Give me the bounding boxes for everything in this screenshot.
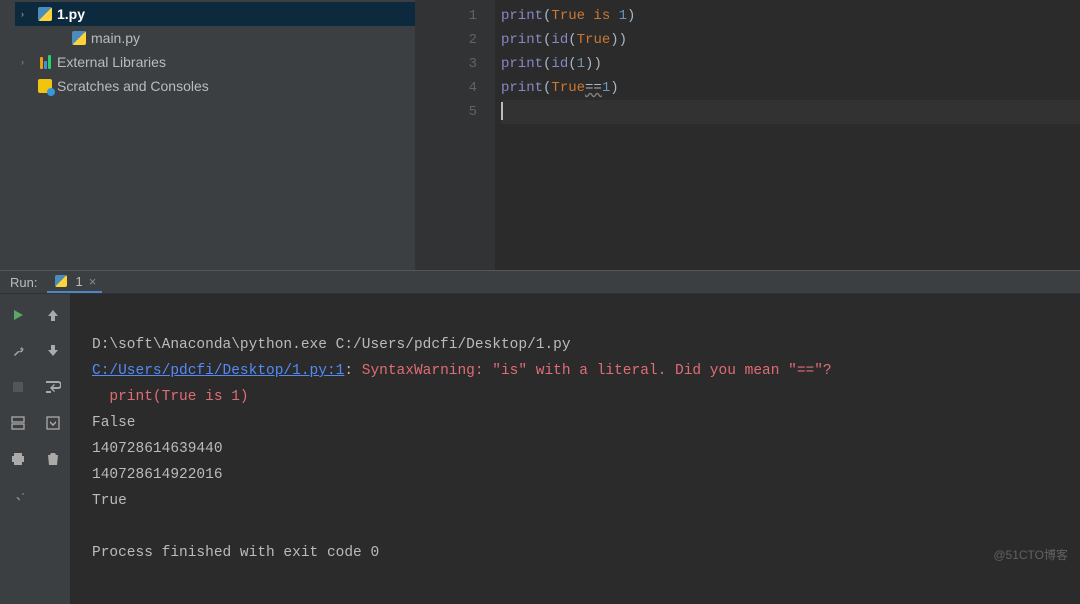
line-number-gutter[interactable]: 1 2 3 4 5: [415, 0, 495, 270]
printer-icon[interactable]: [7, 448, 29, 470]
layout-icon[interactable]: [7, 412, 29, 434]
run-panel-header: Run: 1 ×: [0, 271, 1080, 294]
project-tree[interactable]: › 1.py main.py › External Libraries Scra…: [15, 0, 415, 270]
code-line[interactable]: print(id(True)): [501, 28, 1080, 52]
tree-item-main-py[interactable]: main.py: [15, 26, 415, 50]
tree-item-label: Scratches and Consoles: [57, 78, 209, 94]
python-file-icon: [37, 6, 53, 22]
caret-icon: [501, 102, 503, 120]
wrench-icon[interactable]: [7, 340, 29, 362]
console-warning: SyntaxWarning: "is" with a literal. Did …: [362, 363, 832, 379]
scratches-icon: [37, 78, 53, 94]
tree-item-label: External Libraries: [57, 54, 166, 70]
project-sidebar: › 1.py main.py › External Libraries Scra…: [0, 0, 415, 270]
close-icon[interactable]: ×: [89, 274, 97, 289]
stop-button[interactable]: [7, 376, 29, 398]
tree-item-external-libraries[interactable]: › External Libraries: [15, 50, 415, 74]
console-text: :: [344, 363, 361, 379]
arrow-up-icon[interactable]: [42, 304, 64, 326]
trash-icon[interactable]: [42, 448, 64, 470]
code-line[interactable]: print(id(1)): [501, 52, 1080, 76]
watermark: @51CTO博客: [993, 546, 1068, 563]
pin-icon[interactable]: [7, 484, 29, 506]
code-line[interactable]: print(True==1): [501, 76, 1080, 100]
console-line: 140728614922016: [92, 467, 223, 483]
editor-area: 1 2 3 4 5 print(True is 1) print(id(True…: [415, 0, 1080, 270]
python-file-icon: [53, 273, 69, 289]
soft-wrap-icon[interactable]: [42, 376, 64, 398]
left-gutter: [0, 0, 15, 270]
chevron-right-icon[interactable]: ›: [21, 9, 33, 19]
tree-item-label: 1.py: [57, 6, 85, 22]
line-number[interactable]: 1: [415, 4, 477, 28]
code-line-current[interactable]: [501, 100, 1080, 124]
console-line: Process finished with exit code 0: [92, 545, 379, 561]
line-number[interactable]: 2: [415, 28, 477, 52]
line-number[interactable]: 3: [415, 52, 477, 76]
run-tab[interactable]: 1 ×: [47, 271, 102, 293]
line-number[interactable]: 4: [415, 76, 477, 100]
code-editor[interactable]: print(True is 1) print(id(True)) print(i…: [495, 0, 1080, 270]
python-file-icon: [71, 30, 87, 46]
run-tab-label: 1: [75, 274, 82, 289]
console-line: False: [92, 415, 136, 431]
tree-item-1py[interactable]: › 1.py: [15, 2, 415, 26]
console-line: D:\soft\Anaconda\python.exe C:/Users/pdc…: [92, 337, 571, 353]
console-warning-code: print(True is 1): [92, 389, 249, 405]
scroll-to-end-icon[interactable]: [42, 412, 64, 434]
run-toolbar-primary: [0, 294, 35, 604]
console-line: 140728614639440: [92, 441, 223, 457]
run-toolbar-secondary: [35, 294, 70, 604]
tree-item-scratches[interactable]: Scratches and Consoles: [15, 74, 415, 98]
run-button[interactable]: [7, 304, 29, 326]
console-output[interactable]: D:\soft\Anaconda\python.exe C:/Users/pdc…: [70, 294, 1080, 604]
run-panel: Run: 1 ×: [0, 270, 1080, 569]
chevron-right-icon[interactable]: ›: [21, 57, 33, 67]
line-number[interactable]: 5: [415, 100, 477, 124]
library-icon: [37, 54, 53, 70]
console-file-link[interactable]: C:/Users/pdcfi/Desktop/1.py:1: [92, 363, 344, 379]
tree-item-label: main.py: [91, 30, 140, 46]
run-label: Run:: [10, 275, 37, 290]
console-line: True: [92, 493, 127, 509]
code-line[interactable]: print(True is 1): [501, 4, 1080, 28]
arrow-down-icon[interactable]: [42, 340, 64, 362]
